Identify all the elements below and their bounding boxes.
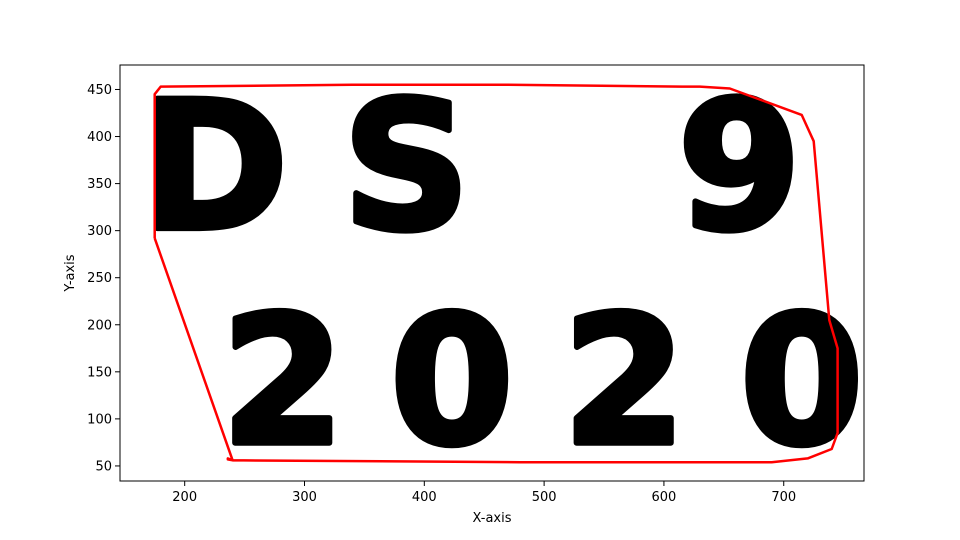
chart: DS92020 200 300 400 500 600 700 50 100 150 200 25… [0,0,960,540]
scatter-glyph: S [342,63,470,270]
y-tick-label: 250 [87,271,112,286]
y-tick-label: 450 [87,83,112,98]
y-tick-label: 50 [95,459,112,474]
x-tick-label: 200 [172,490,197,505]
scatter-glyph: 2 [221,278,345,485]
x-axis-label: X-axis [473,511,512,526]
y-tick-label: 150 [87,365,112,380]
y-tick-label: 300 [87,224,112,239]
x-tick-label: 300 [292,490,317,505]
scatter-glyph: 0 [740,278,864,485]
scatter-glyph: 9 [678,63,802,270]
y-tick-label: 400 [87,130,112,145]
x-tick-label: 500 [532,490,557,505]
scatter-glyph: 0 [390,278,514,485]
y-tick-label: 350 [87,177,112,192]
x-tick-label: 400 [412,490,437,505]
y-tick-label: 100 [87,412,112,427]
y-axis-label: Y-axis [63,254,78,292]
x-tick-label: 700 [771,490,796,505]
scatter-glyph: 2 [563,278,687,485]
scatter-glyph: D [141,63,289,270]
y-tick-label: 200 [87,318,112,333]
scatter-chart: D S 92 0 2 0 200 300 400 500 600 700 5010015020025… [0,0,960,540]
x-tick-label: 600 [652,490,677,505]
